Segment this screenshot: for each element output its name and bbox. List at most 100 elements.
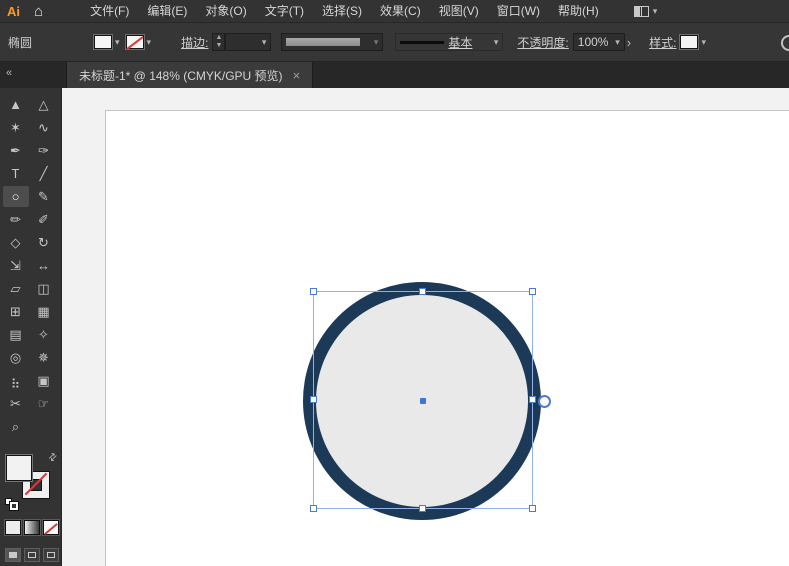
selection-handle-bottom-right[interactable] (529, 505, 536, 512)
column-graph-tool[interactable]: ⣦ (3, 370, 29, 391)
selection-handle-top-middle[interactable] (419, 288, 426, 295)
direct-selection-tool[interactable]: △ (31, 94, 57, 115)
tool-icon: ▤ (9, 327, 22, 342)
type-tool[interactable]: T (3, 163, 29, 184)
menu-item[interactable]: 帮助(H) (549, 0, 608, 22)
collapse-panel-icon[interactable]: « (6, 67, 12, 79)
graphic-style-picker[interactable]: ▾ (680, 35, 706, 49)
selection-center-point[interactable] (420, 398, 426, 404)
menu-item[interactable]: 窗口(W) (488, 0, 549, 22)
workspace-switcher[interactable]: ▾ (633, 5, 657, 17)
document-tab-bar: « 未标题-1* @ 148% (CMYK/GPU 预览) × (0, 62, 789, 88)
shaper-tool[interactable]: ✏ (3, 209, 29, 230)
none-button[interactable] (43, 520, 59, 535)
draw-normal-button[interactable] (5, 548, 21, 562)
draw-inside-button[interactable] (43, 548, 59, 562)
tool-icon: ▦ (37, 304, 50, 319)
stroke-panel-link[interactable]: 描边: (181, 34, 208, 51)
tool-icon: ✧ (38, 327, 49, 342)
slice-tool[interactable]: ✂ (3, 393, 29, 414)
perspective-grid-tool[interactable]: ⊞ (3, 301, 29, 322)
stroke-weight-combo[interactable]: ▾ (225, 33, 272, 51)
rotate-tool[interactable]: ↻ (31, 232, 57, 253)
tool-grid: ▲ △ ✶ ∿ ✒ ✑ T ╱ ○ ✎ ✏ ✐ ◇ ↻ ⇲ ↔ ▱ ◫ ⊞ ▦ … (0, 88, 61, 439)
drawing-mode-buttons (5, 548, 59, 562)
hand-tool[interactable]: ☞ (31, 393, 57, 414)
close-tab-icon[interactable]: × (293, 68, 301, 83)
selection-handle-bottom-middle[interactable] (419, 505, 426, 512)
ellipse-tool[interactable]: ○ (2, 186, 29, 207)
color-button[interactable] (5, 520, 21, 535)
caret-down-icon: ▾ (261, 36, 267, 47)
swap-fill-stroke-icon[interactable]: ⇄ (46, 451, 60, 465)
selection-handle-top-left[interactable] (310, 288, 317, 295)
selection-handle-middle-left[interactable] (310, 396, 317, 403)
stepper-down-icon: ▼ (215, 42, 223, 49)
draw-behind-button[interactable] (24, 548, 40, 562)
paintbrush-tool[interactable]: ✎ (31, 186, 57, 207)
tool-icon: ☞ (37, 396, 50, 411)
selection-handle-top-right[interactable] (529, 288, 536, 295)
fill-indicator[interactable] (6, 455, 32, 481)
scale-tool[interactable]: ⇲ (3, 255, 29, 276)
caret-down-icon: ▾ (146, 36, 152, 47)
gradient-button[interactable] (24, 520, 40, 535)
opacity-link[interactable]: 不透明度: (517, 34, 568, 51)
opacity-combo[interactable]: 100% ▾ (572, 33, 625, 51)
style-swatch (680, 35, 699, 49)
selection-tool[interactable]: ▲ (3, 94, 29, 115)
mesh-tool[interactable]: ▦ (31, 301, 57, 322)
lasso-tool[interactable]: ∿ (31, 117, 57, 138)
caret-down-icon: ▾ (701, 36, 706, 47)
selection-handle-bottom-left[interactable] (310, 505, 317, 512)
opacity-options-button[interactable]: › (625, 35, 633, 50)
home-icon[interactable]: ⌂ (28, 3, 53, 20)
symbol-sprayer-tool[interactable]: ✵ (31, 347, 57, 368)
tool-icon: ▲ (9, 97, 22, 112)
caret-down-icon: ▾ (373, 36, 379, 47)
gradient-tool[interactable]: ▤ (3, 324, 29, 345)
pencil-tool[interactable]: ✐ (31, 209, 57, 230)
tool-icon: ✑ (38, 143, 49, 158)
brush-definition-combo[interactable]: 基本 ▾ (395, 33, 504, 51)
stroke-weight-stepper[interactable]: ▲ ▼ (212, 33, 226, 51)
tool-icon: ⣦ (10, 373, 21, 388)
shape-properties-icon[interactable] (781, 35, 789, 51)
eraser-tool[interactable]: ◇ (3, 232, 29, 253)
line-segment-tool[interactable]: ╱ (31, 163, 57, 184)
tool-icon: ✶ (10, 120, 21, 135)
stroke-color-picker[interactable]: ▾ (125, 35, 152, 49)
blend-tool[interactable]: ◎ (3, 347, 29, 368)
magic-wand-tool[interactable]: ✶ (3, 117, 29, 138)
document-tab[interactable]: 未标题-1* @ 148% (CMYK/GPU 预览) × (66, 62, 314, 88)
menu-item[interactable]: 效果(C) (371, 0, 430, 22)
fill-color-picker[interactable]: ▾ (94, 35, 120, 49)
artboard-tool[interactable]: ▣ (31, 370, 57, 391)
menu-item[interactable]: 选择(S) (313, 0, 371, 22)
shape-builder-tool[interactable]: ◫ (31, 278, 57, 299)
menu-item[interactable]: 对象(O) (196, 0, 255, 22)
tool-icon: ✂ (10, 396, 21, 411)
width-tool[interactable]: ↔ (31, 255, 57, 276)
menu-item[interactable]: 视图(V) (430, 0, 488, 22)
menu-bar: Ai ⌂ 文件(F) 编辑(E) 对象(O) 文字(T) 选择(S) 效果(C) 视图(V)… (0, 0, 789, 22)
app-logo[interactable]: Ai (0, 4, 28, 19)
canvas (62, 88, 789, 566)
eyedropper-tool[interactable]: ✧ (31, 324, 57, 345)
menu-item[interactable]: 文件(F) (81, 0, 138, 22)
menu-item[interactable]: 文字(T) (256, 0, 313, 22)
live-shape-pie-widget[interactable] (538, 395, 551, 408)
zoom-tool[interactable]: ⌕ (3, 416, 29, 437)
tool-icon: ▱ (10, 281, 21, 296)
default-fill-stroke-icon[interactable] (5, 498, 19, 511)
free-transform-tool[interactable]: ▱ (3, 278, 29, 299)
tool-icon: ✐ (38, 212, 49, 227)
selection-handle-middle-right[interactable] (529, 396, 536, 403)
style-link[interactable]: 样式: (649, 34, 676, 51)
fill-swatch (94, 35, 113, 49)
tool-icon: ⌕ (11, 419, 20, 434)
tool-icon: △ (38, 97, 49, 112)
menu-item[interactable]: 编辑(E) (138, 0, 196, 22)
pen-tool[interactable]: ✒ (3, 140, 29, 161)
curvature-tool[interactable]: ✑ (31, 140, 57, 161)
